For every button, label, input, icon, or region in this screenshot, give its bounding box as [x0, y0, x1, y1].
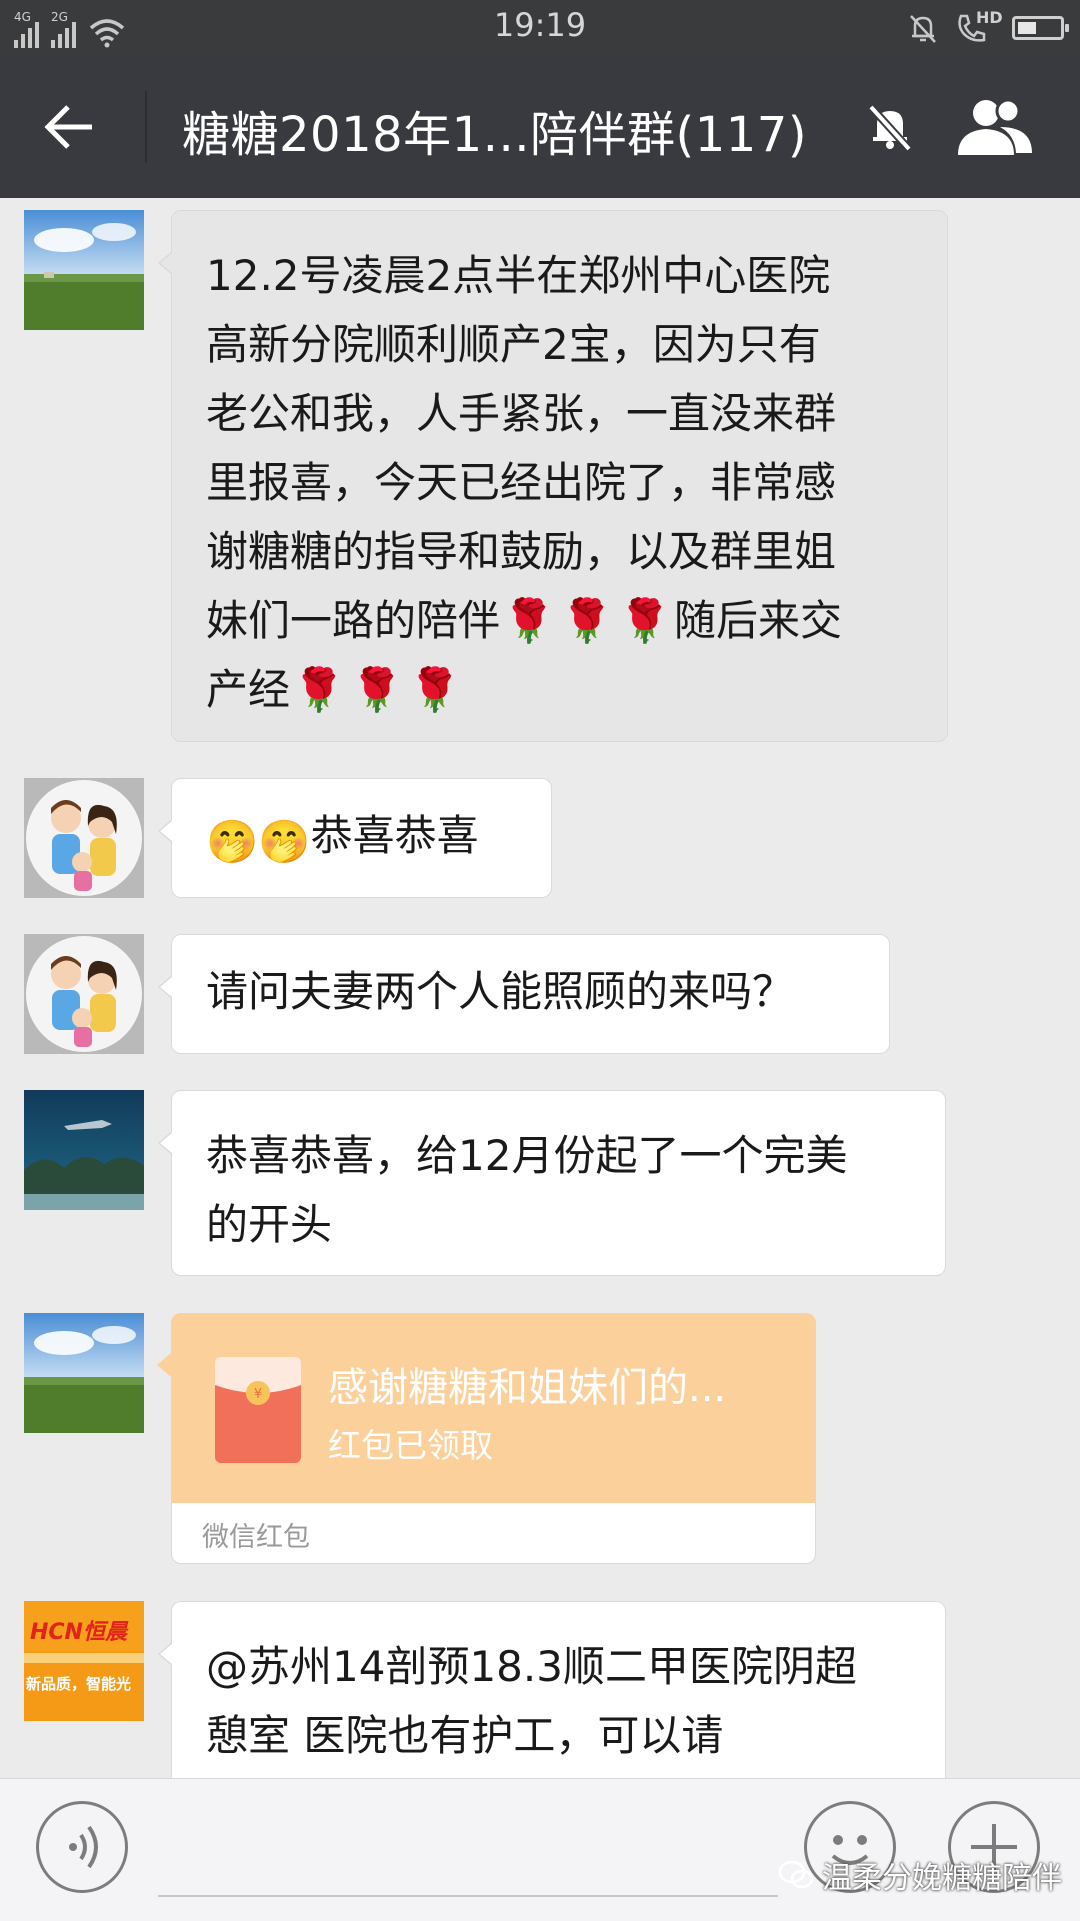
- red-packet-footer: 微信红包: [171, 1503, 816, 1564]
- family-cartoon-avatar[interactable]: [24, 934, 144, 1054]
- message-bubble[interactable]: 12.2号凌晨2点半在郑州中心医院 高新分院顺利顺产2宝，因为只有 老公和我，人…: [158, 210, 948, 742]
- rose-icon: 🌹: [618, 596, 672, 645]
- message-input-field[interactable]: [158, 1895, 778, 1897]
- message-text: 妹们一路的陪伴: [206, 596, 501, 645]
- shy-face-emoji-icon: 🤭🤭: [206, 817, 311, 866]
- header-divider: [145, 91, 147, 163]
- message-line: 恭喜恭喜，给12月份起了一个完美: [206, 1131, 848, 1180]
- input-bar: 温柔分娩糖糖陪伴: [0, 1778, 1080, 1921]
- status-bar: 4G 2G 19:19 HD: [0, 0, 1080, 55]
- red-packet-card[interactable]: ¥ 感谢糖糖和姐妹们的... 红包已领取 微信红包: [157, 1313, 816, 1564]
- group-members-icon[interactable]: [952, 97, 1036, 157]
- wechat-watermark: 温柔分娩糖糖陪伴: [778, 1853, 1062, 1897]
- status-icons: HD: [906, 8, 1069, 48]
- red-packet-body: ¥ 感谢糖糖和姐妹们的... 红包已领取: [157, 1313, 816, 1503]
- rose-icon: 🌹: [560, 596, 614, 645]
- back-arrow-icon[interactable]: [40, 97, 100, 157]
- rose-icon: 🌹: [292, 665, 346, 714]
- message-text: 随后来交: [674, 596, 843, 645]
- chat-header: 糖糖2018年1...陪伴群(117): [0, 55, 1080, 198]
- message-line: 12.2号凌晨2点半在郑州中心医院: [206, 251, 831, 300]
- message-line: 妹们一路的陪伴🌹 🌹 🌹随后来交: [206, 586, 915, 655]
- landscape-avatar[interactable]: [24, 1313, 144, 1433]
- aquarium-avatar[interactable]: [24, 1090, 144, 1210]
- logo-text: HCN恒晨: [30, 1620, 129, 1645]
- red-packet-label: 微信红包: [202, 1522, 310, 1553]
- message-text: 请问夫妻两个人能照顾的来吗？: [206, 967, 795, 1016]
- family-cartoon-avatar[interactable]: [24, 778, 144, 898]
- message-line: 憩室 医院也有护工，可以请: [206, 1711, 724, 1760]
- hd-call-icon: HD: [954, 8, 1003, 46]
- message-bubble[interactable]: @苏州14剖预18.3顺二甲医院阴超 憩室 医院也有护工，可以请: [158, 1601, 946, 1801]
- landscape-avatar[interactable]: [24, 210, 144, 330]
- voice-input-button[interactable]: [36, 1801, 128, 1893]
- message-line: 产经🌹 🌹 🌹: [206, 655, 915, 724]
- voice-icon: [69, 1825, 98, 1869]
- rose-icon: 🌹: [502, 596, 556, 645]
- message-line: 老公和我，人手紧张，一直没来群: [206, 389, 837, 438]
- svg-text:¥: ¥: [254, 1387, 262, 1402]
- alarm-off-icon: [910, 15, 936, 43]
- hd-label: HD: [976, 8, 1003, 27]
- message-line: 高新分院顺利顺产2宝，因为只有: [206, 320, 821, 369]
- rose-icon: 🌹: [408, 665, 462, 714]
- message-bubble[interactable]: 请问夫妻两个人能照顾的来吗？: [158, 934, 890, 1054]
- message-text: 产经: [206, 665, 291, 714]
- message-line: @苏州14剖预18.3顺二甲医院阴超: [206, 1642, 857, 1691]
- wechat-logo-icon: [778, 1860, 814, 1889]
- message-bubble[interactable]: 恭喜恭喜，给12月份起了一个完美 的开头: [158, 1090, 946, 1276]
- message-line: 的开头: [206, 1200, 333, 1249]
- rose-icon: 🌹: [350, 665, 404, 714]
- red-packet-status: 红包已领取: [328, 1426, 493, 1465]
- message-line: 谢糖糖的指导和鼓励，以及群里姐: [206, 527, 837, 576]
- message-bubble[interactable]: 🤭🤭恭喜恭喜: [158, 778, 552, 898]
- red-envelope-icon: ¥: [215, 1357, 301, 1463]
- battery-icon: [1012, 16, 1069, 40]
- message-line: 里报喜，今天已经出院了，非常感: [206, 458, 837, 507]
- watermark-text: 温柔分娩糖糖陪伴: [822, 1861, 1062, 1896]
- logo-slogan: 新品质，智能光: [26, 1675, 131, 1693]
- group-title: 糖糖2018年1...陪伴群(117): [182, 107, 808, 163]
- red-packet-title: 感谢糖糖和姐妹们的...: [328, 1365, 727, 1411]
- message-text: 恭喜恭喜: [310, 811, 479, 860]
- hcn-logo-avatar[interactable]: HCN恒晨 新品质，智能光: [24, 1601, 144, 1721]
- mute-bell-icon[interactable]: [862, 99, 918, 155]
